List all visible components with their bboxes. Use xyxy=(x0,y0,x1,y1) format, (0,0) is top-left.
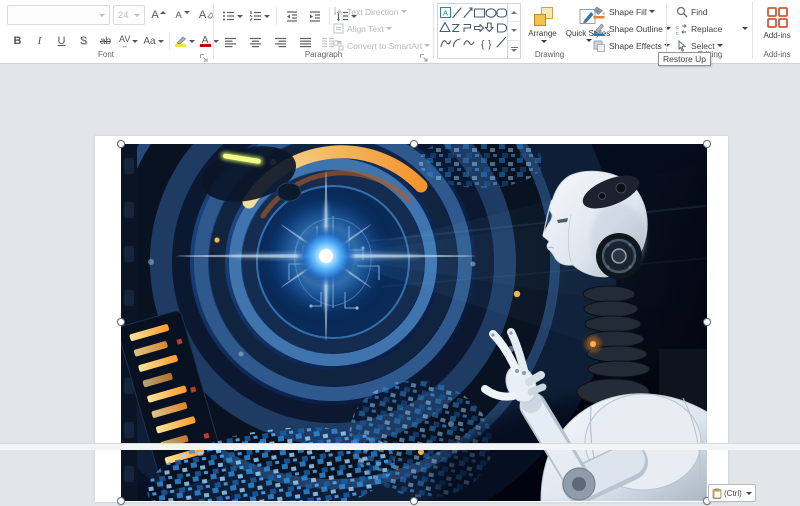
align-right-icon xyxy=(275,37,286,47)
selection-handle-top-right[interactable] xyxy=(703,140,711,148)
chevron-down-icon xyxy=(134,13,140,17)
indent-icon xyxy=(309,11,320,22)
selection-handle-bottom-center[interactable] xyxy=(410,497,418,505)
drawing-group-label: Drawing xyxy=(534,50,565,59)
addins-group-label: Add-ins xyxy=(763,50,791,59)
chevron-down-icon xyxy=(385,27,392,30)
numbered-list-icon xyxy=(249,11,261,21)
divider xyxy=(752,2,753,59)
text-direction-icon: A xyxy=(333,7,343,17)
divider xyxy=(213,2,214,59)
arrange-icon xyxy=(533,7,553,27)
divider xyxy=(276,7,277,25)
divider xyxy=(666,2,667,59)
decrease-font-size-button[interactable]: A xyxy=(172,4,193,26)
chevron-down-icon xyxy=(745,491,752,495)
selection-handle-middle-right[interactable] xyxy=(703,318,711,326)
align-center-icon xyxy=(250,37,261,47)
divider xyxy=(168,32,170,50)
gallery-scroll-up-button[interactable] xyxy=(508,4,520,21)
spacing-arrows-icon: ↔ xyxy=(121,42,129,50)
shape-fill-button[interactable]: Shape Fill xyxy=(592,4,655,19)
ribbon: 24 A A A B I U S ab AV ↔ Aa A Font A Tex… xyxy=(0,0,800,66)
status-bar xyxy=(0,443,800,450)
bullets-button[interactable] xyxy=(220,5,245,27)
chevron-down-icon xyxy=(237,14,243,18)
font-group-label: Font xyxy=(97,50,114,59)
textbox-glyph: A xyxy=(443,9,448,18)
chevron-down-icon xyxy=(157,39,164,43)
restore-up-tooltip: Restore Up xyxy=(658,52,711,66)
increase-font-size-button[interactable]: A xyxy=(148,4,169,26)
align-left-icon xyxy=(225,37,236,47)
chevron-down-icon xyxy=(424,44,431,47)
selection-handle-bottom-left[interactable] xyxy=(117,497,125,505)
addins-icon xyxy=(766,7,788,28)
chevron-down-icon xyxy=(264,14,270,18)
find-button[interactable]: Find xyxy=(676,4,708,19)
paragraph-group: A Text Direction Align Text Convert to S… xyxy=(215,0,432,62)
paragraph-dialog-launcher[interactable] xyxy=(419,50,429,62)
justify-icon xyxy=(300,37,311,47)
text-direction-button[interactable]: A Text Direction xyxy=(333,4,407,19)
font-size-combo[interactable]: 24 xyxy=(113,5,145,25)
font-color-bar xyxy=(199,43,211,47)
svg-text:A: A xyxy=(337,8,343,17)
slide-workspace: (Ctrl) xyxy=(0,0,800,506)
chevron-down-icon xyxy=(99,13,105,17)
svg-text:c: c xyxy=(676,31,679,35)
shapes-gallery-icons: A { } xyxy=(439,6,508,51)
chevron-down-icon xyxy=(540,40,547,43)
bullet-list-icon xyxy=(223,11,234,21)
paragraph-group-label: Paragraph xyxy=(304,50,343,59)
outdent-icon xyxy=(286,11,297,22)
divider xyxy=(433,2,434,59)
shape-outline-button[interactable]: Shape Outline xyxy=(592,21,671,36)
selection-handle-middle-left[interactable] xyxy=(117,318,125,326)
highlight-color-bar xyxy=(175,44,187,47)
align-text-icon xyxy=(333,23,344,34)
caret-up-icon xyxy=(159,11,166,14)
font-name-combo[interactable] xyxy=(7,5,110,25)
chevron-down-icon xyxy=(400,10,407,13)
search-icon xyxy=(676,6,688,17)
caret-down-icon xyxy=(183,11,190,14)
font-size-value: 24 xyxy=(118,9,129,21)
decrease-indent-button[interactable] xyxy=(281,5,302,27)
chevron-down-icon xyxy=(742,27,748,30)
paste-options-label: (Ctrl) xyxy=(724,488,742,498)
shape-outline-icon xyxy=(593,23,605,36)
chevron-down-icon xyxy=(716,44,723,47)
paste-options-button[interactable]: (Ctrl) xyxy=(708,484,756,502)
font-group: 24 A A A B I U S ab AV ↔ Aa A Font xyxy=(0,0,219,62)
clipboard-icon xyxy=(712,488,722,499)
replace-icon: cc xyxy=(676,23,687,35)
font-dialog-launcher[interactable] xyxy=(199,50,209,62)
chevron-down-icon xyxy=(132,39,139,43)
shape-fill-icon xyxy=(593,6,605,18)
selection-handle-top-center[interactable] xyxy=(410,140,418,148)
addins-group: Add-ins Add-ins xyxy=(754,0,800,62)
replace-button[interactable]: cc Replace xyxy=(676,21,748,36)
increase-indent-button[interactable] xyxy=(304,5,325,27)
align-text-button[interactable]: Align Text xyxy=(333,21,392,36)
divider xyxy=(329,7,330,25)
selection-handle-top-left[interactable] xyxy=(117,140,125,148)
numbering-button[interactable] xyxy=(247,5,272,27)
chevron-down-icon xyxy=(188,39,195,43)
chevron-down-icon xyxy=(648,10,655,13)
gallery-scroll-down-button[interactable] xyxy=(508,21,520,39)
drawing-group: A { } Arrange Quick Styles Shape Fill Sh… xyxy=(435,0,671,62)
